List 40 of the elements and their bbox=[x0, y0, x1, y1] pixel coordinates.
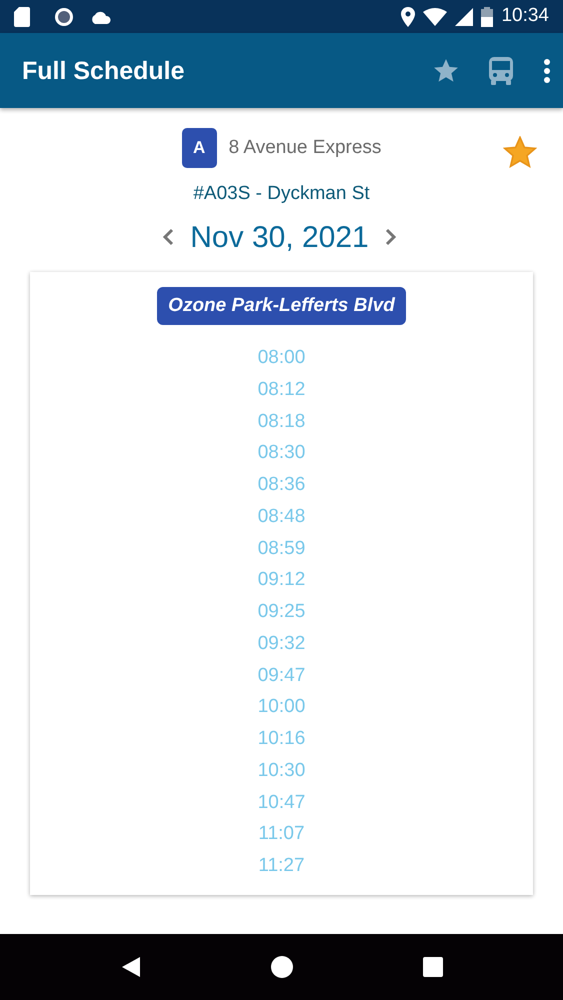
departure-time: 09:12 bbox=[258, 568, 306, 592]
signal-icon bbox=[455, 8, 474, 26]
route-name: 8 Avenue Express bbox=[228, 136, 382, 160]
recents-icon[interactable] bbox=[422, 957, 442, 977]
previous-date-icon[interactable] bbox=[162, 228, 174, 246]
circle-icon bbox=[54, 6, 74, 26]
departure-time: 08:18 bbox=[258, 410, 306, 434]
departure-time: 09:47 bbox=[258, 664, 306, 688]
departure-time: 09:32 bbox=[258, 632, 306, 656]
departure-time: 11:27 bbox=[258, 854, 305, 878]
cloud-icon bbox=[90, 10, 112, 24]
back-icon[interactable] bbox=[120, 956, 140, 978]
departure-time: 10:30 bbox=[258, 758, 306, 783]
screen-title: Full Schedule bbox=[22, 56, 185, 86]
departure-time: 10:00 bbox=[258, 695, 306, 720]
departure-time: 08:59 bbox=[258, 536, 306, 560]
departure-time: 08:12 bbox=[258, 378, 306, 402]
route-badge: A bbox=[182, 128, 217, 168]
clock-time: 10:34 bbox=[501, 4, 549, 28]
direction-label: Ozone Park-Lefferts Blvd bbox=[157, 286, 406, 325]
departure-time: 10:47 bbox=[258, 790, 306, 814]
favorite-star-icon[interactable] bbox=[503, 136, 537, 168]
departure-time: 08:30 bbox=[258, 441, 306, 466]
star-icon[interactable] bbox=[433, 58, 459, 84]
schedule-date: Nov 30, 2021 bbox=[190, 220, 369, 256]
departure-time: 10:16 bbox=[258, 727, 306, 751]
departure-time: 11:07 bbox=[258, 822, 305, 846]
departure-time: 08:48 bbox=[258, 504, 306, 529]
departure-time: 08:36 bbox=[258, 473, 306, 497]
home-icon[interactable] bbox=[270, 956, 292, 978]
bus-icon[interactable] bbox=[489, 56, 513, 84]
location-icon bbox=[401, 6, 416, 26]
more-options-icon[interactable] bbox=[543, 58, 551, 82]
departure-time: 09:25 bbox=[258, 600, 306, 624]
wifi-icon bbox=[423, 8, 448, 26]
sd-card-icon bbox=[14, 6, 30, 26]
stop-name: #A03S - Dyckman St bbox=[193, 183, 370, 204]
battery-icon bbox=[481, 6, 494, 26]
departure-time: 08:00 bbox=[258, 346, 306, 370]
next-date-icon[interactable] bbox=[384, 228, 397, 246]
